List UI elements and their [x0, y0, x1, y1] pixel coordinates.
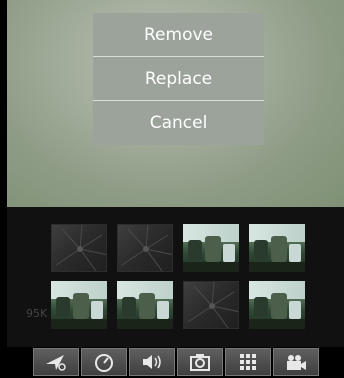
speedometer-icon — [95, 354, 113, 372]
grid-button[interactable] — [225, 348, 271, 376]
size-label: 95K — [26, 307, 48, 320]
send-settings-icon — [46, 355, 66, 371]
camera-button[interactable] — [177, 348, 223, 376]
shutter-icon — [55, 225, 106, 271]
thumbnail-photo[interactable] — [249, 281, 305, 329]
thumbnail-photo[interactable] — [51, 281, 107, 329]
thumbnail-slot-empty[interactable] — [183, 281, 239, 329]
thumbnail-photo[interactable] — [249, 224, 305, 272]
thumbnail-photo[interactable] — [117, 281, 173, 329]
send-settings-button[interactable] — [33, 348, 79, 376]
replace-button[interactable]: Replace — [93, 57, 264, 100]
volume-button[interactable] — [129, 348, 175, 376]
thumbnail-photo[interactable] — [183, 224, 239, 272]
volume-icon — [143, 355, 161, 369]
camera-icon — [190, 354, 210, 371]
context-menu: Remove Replace Cancel — [93, 13, 264, 145]
speed-button[interactable] — [81, 348, 127, 376]
grid-icon — [240, 354, 256, 370]
shutter-icon — [187, 282, 238, 328]
video-button[interactable] — [273, 348, 319, 376]
video-camera-icon — [287, 355, 306, 370]
thumbnail-slot-empty[interactable] — [117, 224, 173, 272]
remove-button[interactable]: Remove — [93, 13, 264, 56]
bottom-toolbar — [33, 348, 322, 378]
cancel-button[interactable]: Cancel — [93, 101, 264, 144]
thumbnail-slot-empty[interactable] — [51, 224, 107, 272]
shutter-icon — [121, 225, 172, 271]
